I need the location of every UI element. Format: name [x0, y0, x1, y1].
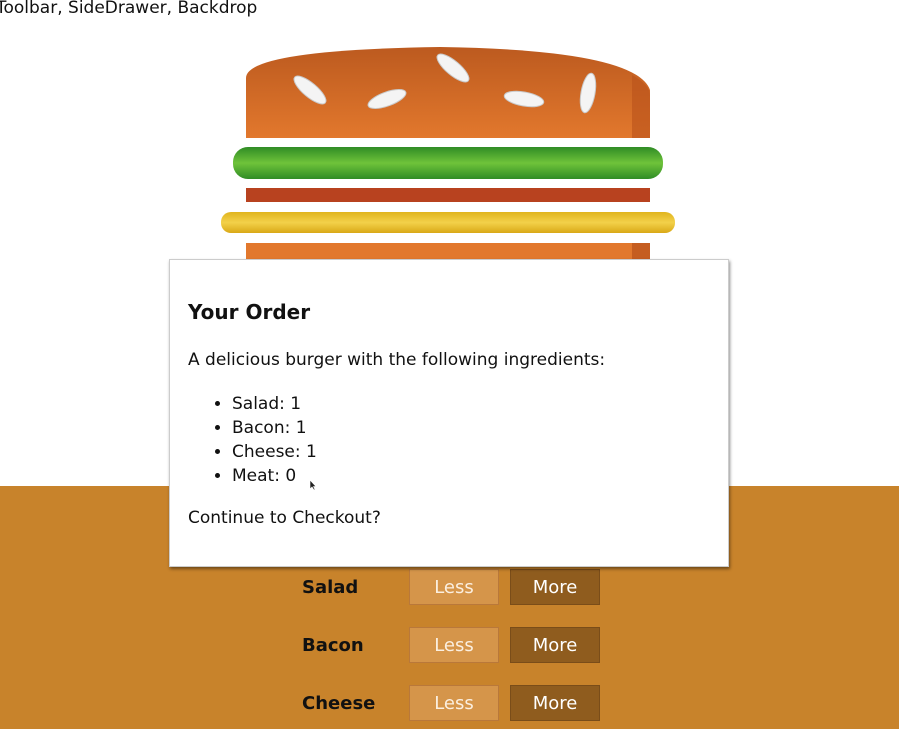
order-description: A delicious burger with the following in… [188, 350, 606, 370]
mouse-cursor-icon [309, 479, 317, 491]
control-label: Salad [302, 577, 359, 598]
order-summary-modal: Your Order A delicious burger with the f… [169, 259, 729, 567]
salad-layer-icon [233, 147, 663, 179]
ingredient-item-bacon: Bacon: 1 [232, 416, 317, 440]
bacon-layer-icon [246, 188, 650, 202]
less-bacon-button[interactable]: Less [409, 627, 499, 663]
less-cheese-button[interactable]: Less [409, 685, 499, 721]
burger-preview [221, 47, 675, 260]
more-cheese-button[interactable]: More [510, 685, 600, 721]
bread-bottom-icon [246, 243, 650, 260]
cheese-layer-icon [221, 212, 675, 233]
more-salad-button[interactable]: More [510, 569, 600, 605]
build-control-bacon: Bacon Less More [0, 627, 899, 663]
less-salad-button[interactable]: Less [409, 569, 499, 605]
modal-title: Your Order [188, 300, 311, 324]
build-control-salad: Salad Less More [0, 569, 899, 605]
control-label: Bacon [302, 635, 364, 656]
checkout-question: Continue to Checkout? [188, 508, 381, 528]
ingredient-list: Salad: 1 Bacon: 1 Cheese: 1 Meat: 0 [188, 392, 317, 488]
more-bacon-button[interactable]: More [510, 627, 600, 663]
ingredient-item-meat: Meat: 0 [232, 464, 317, 488]
ingredient-item-cheese: Cheese: 1 [232, 440, 317, 464]
ingredient-item-salad: Salad: 1 [232, 392, 317, 416]
build-control-cheese: Cheese Less More [0, 685, 899, 721]
control-label: Cheese [302, 693, 376, 714]
